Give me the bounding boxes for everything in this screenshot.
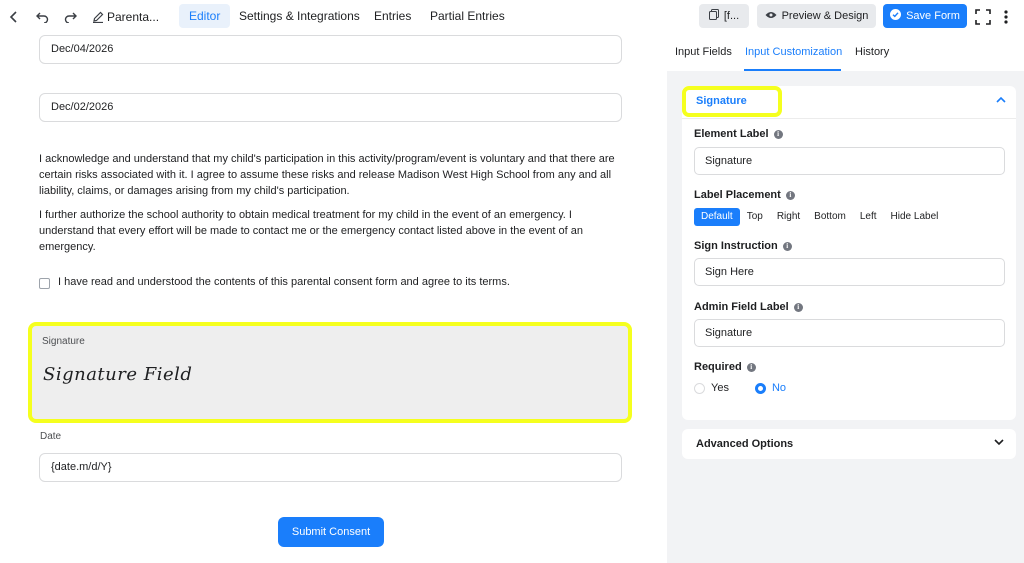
settings-sidebar: Input Fields Input Customization History… bbox=[667, 34, 1024, 563]
required-text: Required bbox=[694, 361, 742, 373]
sign-instruction-text: Sign Instruction bbox=[694, 240, 778, 252]
placement-option-default[interactable]: Default bbox=[694, 208, 740, 226]
terms-checkbox-label: I have read and understood the contents … bbox=[58, 276, 510, 288]
terms-checkbox-row[interactable]: I have read and understood the contents … bbox=[39, 276, 510, 289]
back-chevron-icon[interactable] bbox=[6, 9, 22, 25]
check-circle-icon bbox=[890, 9, 902, 23]
date-field-1[interactable]: Dec/04/2026 bbox=[39, 35, 622, 64]
info-icon[interactable]: i bbox=[782, 241, 792, 251]
date-field-2[interactable]: Dec/02/2026 bbox=[39, 93, 622, 122]
copy-icon bbox=[708, 9, 719, 23]
form-editor-canvas: Dec/04/2026 Dec/02/2026 I acknowledge an… bbox=[0, 34, 667, 563]
panel-divider bbox=[682, 118, 1016, 119]
active-tab-indicator bbox=[744, 69, 841, 71]
advanced-options-panel[interactable]: Advanced Options bbox=[682, 429, 1016, 459]
required-radio-group: Yes No bbox=[694, 382, 786, 394]
preview-design-label: Preview & Design bbox=[781, 10, 869, 22]
tab-input-fields[interactable]: Input Fields bbox=[675, 46, 732, 58]
consent-paragraph-2[interactable]: I further authorize the school authority… bbox=[39, 207, 624, 255]
advanced-options-title: Advanced Options bbox=[696, 438, 794, 450]
required-no-label[interactable]: No bbox=[772, 382, 786, 394]
sign-instruction-heading: Sign Instruction i bbox=[694, 240, 792, 252]
placement-option-left[interactable]: Left bbox=[853, 208, 884, 226]
element-label-text: Element Label bbox=[694, 128, 769, 140]
tab-partial-entries[interactable]: Partial Entries bbox=[420, 4, 515, 28]
admin-field-label-input[interactable]: Signature bbox=[694, 319, 1005, 347]
info-icon[interactable]: i bbox=[793, 302, 803, 312]
shortcode-label: [f... bbox=[723, 10, 740, 22]
required-yes-label[interactable]: Yes bbox=[711, 382, 729, 394]
eye-icon bbox=[765, 10, 777, 22]
placement-option-right[interactable]: Right bbox=[770, 208, 807, 226]
tab-entries[interactable]: Entries bbox=[364, 4, 421, 28]
edit-pencil-icon[interactable] bbox=[90, 9, 106, 25]
placement-option-hide-label[interactable]: Hide Label bbox=[884, 208, 946, 226]
label-placement-text: Label Placement bbox=[694, 189, 781, 201]
form-title[interactable]: Parenta... bbox=[107, 10, 159, 24]
undo-icon[interactable] bbox=[34, 9, 50, 25]
required-yes-radio[interactable] bbox=[694, 382, 705, 394]
chevron-up-icon[interactable] bbox=[996, 94, 1006, 106]
tab-editor[interactable]: Editor bbox=[179, 4, 231, 28]
redo-icon[interactable] bbox=[63, 9, 79, 25]
placement-option-bottom[interactable]: Bottom bbox=[807, 208, 853, 226]
label-placement-options: Default Top Right Bottom Left Hide Label bbox=[694, 208, 945, 226]
consent-paragraph-1[interactable]: I acknowledge and understand that my chi… bbox=[39, 151, 624, 199]
info-icon[interactable]: i bbox=[746, 362, 756, 372]
tab-input-customization[interactable]: Input Customization bbox=[745, 46, 842, 58]
tab-history[interactable]: History bbox=[855, 46, 889, 58]
sidebar-tabs: Input Fields Input Customization History bbox=[667, 34, 1024, 71]
chevron-down-icon[interactable] bbox=[994, 437, 1004, 449]
signature-settings-panel: Signature Element Label i Signature Labe… bbox=[682, 86, 1016, 420]
placement-option-top[interactable]: Top bbox=[740, 208, 770, 226]
admin-field-label-text: Admin Field Label bbox=[694, 301, 789, 313]
top-bar: Parenta... Editor Settings & Integration… bbox=[0, 0, 1024, 34]
element-label-input[interactable]: Signature bbox=[694, 147, 1005, 175]
signature-field-placeholder: Signature Field bbox=[43, 364, 193, 385]
signature-field-block[interactable]: Signature Signature Field bbox=[28, 322, 632, 423]
label-placement-heading: Label Placement i bbox=[694, 189, 795, 201]
info-icon[interactable]: i bbox=[773, 129, 783, 139]
submit-consent-button[interactable]: Submit Consent bbox=[278, 517, 384, 547]
save-form-label: Save Form bbox=[906, 10, 960, 22]
element-label-heading: Element Label i bbox=[694, 128, 783, 140]
panel-title[interactable]: Signature bbox=[696, 95, 747, 107]
sign-instruction-input[interactable]: Sign Here bbox=[694, 258, 1005, 286]
fullscreen-icon[interactable] bbox=[975, 9, 991, 25]
preview-design-button[interactable]: Preview & Design bbox=[757, 4, 876, 28]
date-input[interactable]: {date.m/d/Y} bbox=[39, 453, 622, 482]
signature-label: Signature bbox=[42, 336, 85, 347]
save-form-button[interactable]: Save Form bbox=[883, 4, 967, 28]
shortcode-button[interactable]: [f... bbox=[699, 4, 749, 28]
admin-field-label-heading: Admin Field Label i bbox=[694, 301, 803, 313]
tab-settings-integrations[interactable]: Settings & Integrations bbox=[229, 4, 370, 28]
date-label: Date bbox=[40, 431, 62, 442]
more-vertical-icon[interactable] bbox=[998, 9, 1014, 25]
required-heading: Required i bbox=[694, 361, 756, 373]
info-icon[interactable]: i bbox=[785, 190, 795, 200]
terms-checkbox[interactable] bbox=[39, 278, 50, 289]
required-no-radio[interactable] bbox=[754, 382, 766, 394]
